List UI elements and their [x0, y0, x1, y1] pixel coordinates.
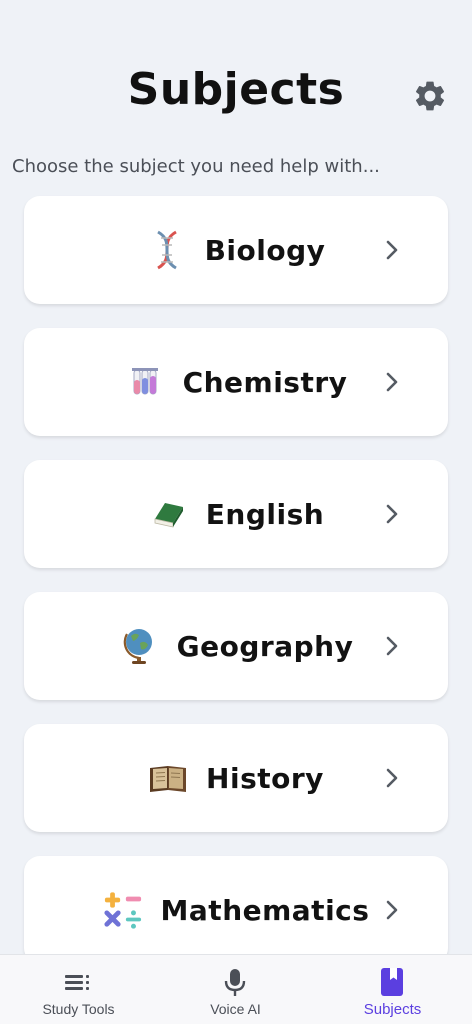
subjects-screen: Subjects Choose the subject you need hel… [0, 0, 472, 1024]
subject-card-geography[interactable]: Geography [24, 592, 448, 700]
subject-card-english[interactable]: English [24, 460, 448, 568]
dna-icon [147, 228, 187, 272]
nav-item-study-tools[interactable]: Study Tools [0, 955, 157, 1024]
subject-card-chemistry[interactable]: Chemistry [24, 328, 448, 436]
nav-label: Subjects [363, 1001, 422, 1018]
nav-label: Voice AI [210, 1001, 261, 1017]
subject-card-mathematics[interactable]: Mathematics [24, 856, 448, 964]
subject-label: Chemistry [182, 365, 348, 399]
subject-label: Biology [204, 233, 326, 267]
microphone-icon [224, 969, 246, 996]
list-icon [65, 975, 89, 990]
subject-card-history[interactable]: History [24, 724, 448, 832]
subject-label: Geography [176, 629, 354, 663]
subtitle: Choose the subject you need help with... [12, 156, 380, 177]
header: Subjects Choose the subject you need hel… [0, 0, 472, 177]
bottom-navigation: Study Tools Voice AI Subjects [0, 954, 472, 1024]
bookmark-book-icon [381, 968, 403, 996]
test-tubes-icon [125, 360, 165, 404]
settings-button[interactable] [410, 76, 450, 116]
green-book-icon [148, 492, 188, 536]
old-book-icon [148, 756, 188, 800]
chevron-right-icon [386, 372, 398, 392]
chevron-right-icon [386, 636, 398, 656]
math-symbols-icon [103, 888, 143, 932]
subject-label: Mathematics [160, 893, 370, 927]
nav-item-subjects[interactable]: Subjects [314, 955, 471, 1024]
subject-label: History [206, 761, 324, 795]
chevron-right-icon [386, 240, 398, 260]
chevron-right-icon [386, 504, 398, 524]
subject-card-biology[interactable]: Biology [24, 196, 448, 304]
nav-item-voice-ai[interactable]: Voice AI [157, 955, 314, 1024]
gear-icon [415, 81, 445, 111]
globe-icon [119, 624, 159, 668]
page-title: Subjects [127, 64, 345, 115]
chevron-right-icon [386, 768, 398, 788]
subject-label: English [205, 497, 325, 531]
nav-label: Study Tools [42, 1001, 115, 1017]
chevron-right-icon [386, 900, 398, 920]
